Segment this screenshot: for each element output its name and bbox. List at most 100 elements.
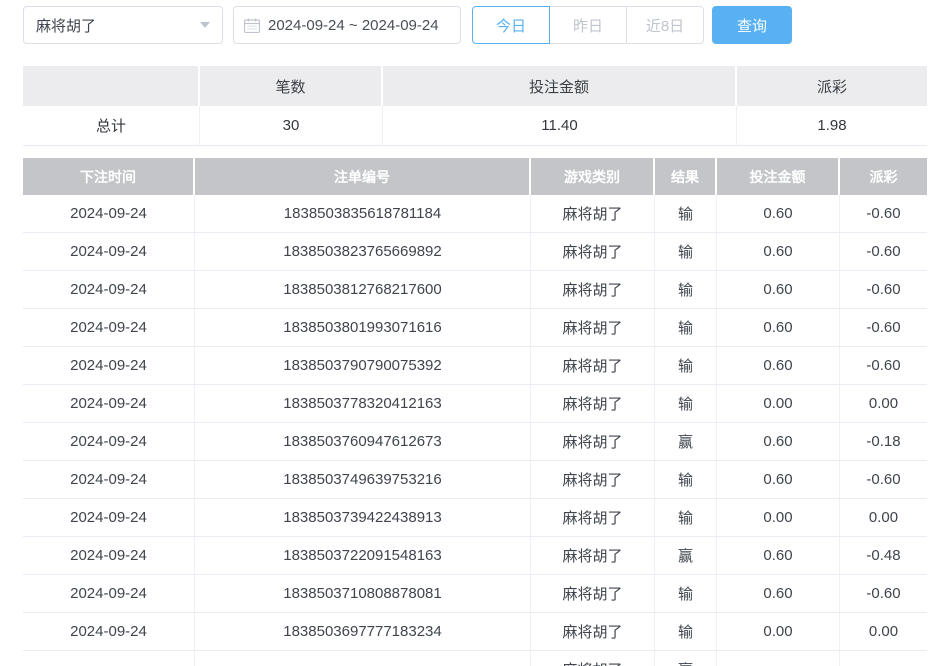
table-row: 麻将胡了 赢 [23, 651, 927, 666]
table-row: 2024-09-24 1838503823765669892 麻将胡了 输 0.… [23, 233, 927, 271]
cell-result: 输 [655, 347, 717, 385]
summary-header: 笔数 投注金额 派彩 [23, 66, 927, 106]
cell-bet-amount: 0.00 [717, 385, 840, 423]
cell-bet-time: 2024-09-24 [23, 233, 195, 271]
cell-payout [840, 651, 927, 666]
cell-game-type: 麻将胡了 [531, 195, 655, 233]
table-row: 2024-09-24 1838503801993071616 麻将胡了 输 0.… [23, 309, 927, 347]
cell-result: 输 [655, 613, 717, 651]
column-header-game: 游戏类别 [531, 158, 655, 195]
cell-order-id [195, 651, 531, 666]
date-range-picker[interactable] [233, 6, 461, 44]
cell-order-id: 1838503790790075392 [195, 347, 531, 385]
cell-bet-amount: 0.00 [717, 613, 840, 651]
cell-result: 输 [655, 575, 717, 613]
cell-order-id: 1838503823765669892 [195, 233, 531, 271]
yesterday-button[interactable]: 昨日 [549, 6, 627, 44]
cell-order-id: 1838503812768217600 [195, 271, 531, 309]
cell-order-id: 1838503697777183234 [195, 613, 531, 651]
summary-total-count: 30 [200, 106, 383, 146]
bet-table-header: 下注时间 注单编号 游戏类别 结果 投注金额 派彩 [23, 158, 927, 195]
cell-game-type: 麻将胡了 [531, 575, 655, 613]
cell-order-id: 1838503722091548163 [195, 537, 531, 575]
cell-payout: -0.60 [840, 309, 927, 347]
column-header-time: 下注时间 [23, 158, 195, 195]
cell-order-id: 1838503835618781184 [195, 195, 531, 233]
cell-order-id: 1838503749639753216 [195, 461, 531, 499]
chevron-down-icon [200, 22, 210, 28]
cell-result: 输 [655, 385, 717, 423]
cell-result: 输 [655, 233, 717, 271]
cell-order-id: 1838503739422438913 [195, 499, 531, 537]
column-header-payout: 派彩 [840, 158, 927, 195]
cell-result: 赢 [655, 651, 717, 666]
cell-bet-amount: 0.60 [717, 575, 840, 613]
summary-header-count: 笔数 [200, 66, 383, 106]
table-row: 2024-09-24 1838503760947612673 麻将胡了 赢 0.… [23, 423, 927, 461]
cell-bet-amount: 0.60 [717, 423, 840, 461]
summary-header-amount: 投注金额 [383, 66, 737, 106]
cell-bet-time: 2024-09-24 [23, 385, 195, 423]
summary-total-payout: 1.98 [737, 106, 927, 146]
today-button[interactable]: 今日 [472, 6, 550, 44]
cell-payout: 0.00 [840, 499, 927, 537]
summary-table: 笔数 投注金额 派彩 总计 30 11.40 1.98 [23, 66, 927, 146]
cell-result: 输 [655, 271, 717, 309]
bet-table-body: 2024-09-24 1838503835618781184 麻将胡了 输 0.… [23, 195, 927, 666]
table-row: 2024-09-24 1838503778320412163 麻将胡了 输 0.… [23, 385, 927, 423]
date-range-input[interactable] [268, 17, 450, 34]
last-8-days-button[interactable]: 近8日 [626, 6, 704, 44]
cell-game-type: 麻将胡了 [531, 309, 655, 347]
cell-bet-time: 2024-09-24 [23, 613, 195, 651]
quick-range-group: 今日 昨日 近8日 [472, 6, 704, 44]
game-select-value: 麻将胡了 [36, 15, 200, 36]
cell-game-type: 麻将胡了 [531, 499, 655, 537]
cell-bet-amount: 0.60 [717, 461, 840, 499]
cell-bet-time [23, 651, 195, 666]
table-row: 2024-09-24 1838503710808878081 麻将胡了 输 0.… [23, 575, 927, 613]
table-row: 2024-09-24 1838503739422438913 麻将胡了 输 0.… [23, 499, 927, 537]
cell-game-type: 麻将胡了 [531, 385, 655, 423]
search-button[interactable]: 查询 [712, 6, 792, 44]
cell-game-type: 麻将胡了 [531, 461, 655, 499]
cell-result: 输 [655, 499, 717, 537]
cell-order-id: 1838503760947612673 [195, 423, 531, 461]
cell-payout: -0.60 [840, 195, 927, 233]
cell-result: 赢 [655, 537, 717, 575]
calendar-icon [244, 18, 260, 33]
table-row: 2024-09-24 1838503812768217600 麻将胡了 输 0.… [23, 271, 927, 309]
summary-total-amount: 11.40 [383, 106, 737, 146]
cell-bet-time: 2024-09-24 [23, 195, 195, 233]
cell-payout: -0.60 [840, 347, 927, 385]
cell-bet-time: 2024-09-24 [23, 347, 195, 385]
cell-order-id: 1838503801993071616 [195, 309, 531, 347]
betting-records-page: 麻将胡了 今日 昨日 近8日 查询 笔数 投注金额 派彩 [0, 0, 950, 666]
column-header-amount: 投注金额 [717, 158, 840, 195]
cell-bet-time: 2024-09-24 [23, 271, 195, 309]
table-row: 2024-09-24 1838503697777183234 麻将胡了 输 0.… [23, 613, 927, 651]
cell-result: 输 [655, 461, 717, 499]
cell-game-type: 麻将胡了 [531, 423, 655, 461]
cell-game-type: 麻将胡了 [531, 271, 655, 309]
table-row: 2024-09-24 1838503835618781184 麻将胡了 输 0.… [23, 195, 927, 233]
cell-bet-time: 2024-09-24 [23, 423, 195, 461]
cell-payout: 0.00 [840, 385, 927, 423]
cell-game-type: 麻将胡了 [531, 537, 655, 575]
cell-bet-time: 2024-09-24 [23, 461, 195, 499]
summary-total-row: 总计 30 11.40 1.98 [23, 106, 927, 146]
game-select[interactable]: 麻将胡了 [23, 6, 223, 44]
table-row: 2024-09-24 1838503790790075392 麻将胡了 输 0.… [23, 347, 927, 385]
cell-result: 赢 [655, 423, 717, 461]
cell-bet-time: 2024-09-24 [23, 537, 195, 575]
cell-game-type: 麻将胡了 [531, 347, 655, 385]
cell-payout: -0.18 [840, 423, 927, 461]
cell-game-type: 麻将胡了 [531, 613, 655, 651]
column-header-order: 注单编号 [195, 158, 531, 195]
cell-bet-amount: 0.60 [717, 309, 840, 347]
summary-header-blank [23, 66, 200, 106]
filter-bar: 麻将胡了 今日 昨日 近8日 查询 [23, 6, 927, 44]
summary-total-label: 总计 [23, 106, 200, 146]
cell-order-id: 1838503778320412163 [195, 385, 531, 423]
cell-bet-time: 2024-09-24 [23, 499, 195, 537]
table-row: 2024-09-24 1838503722091548163 麻将胡了 赢 0.… [23, 537, 927, 575]
